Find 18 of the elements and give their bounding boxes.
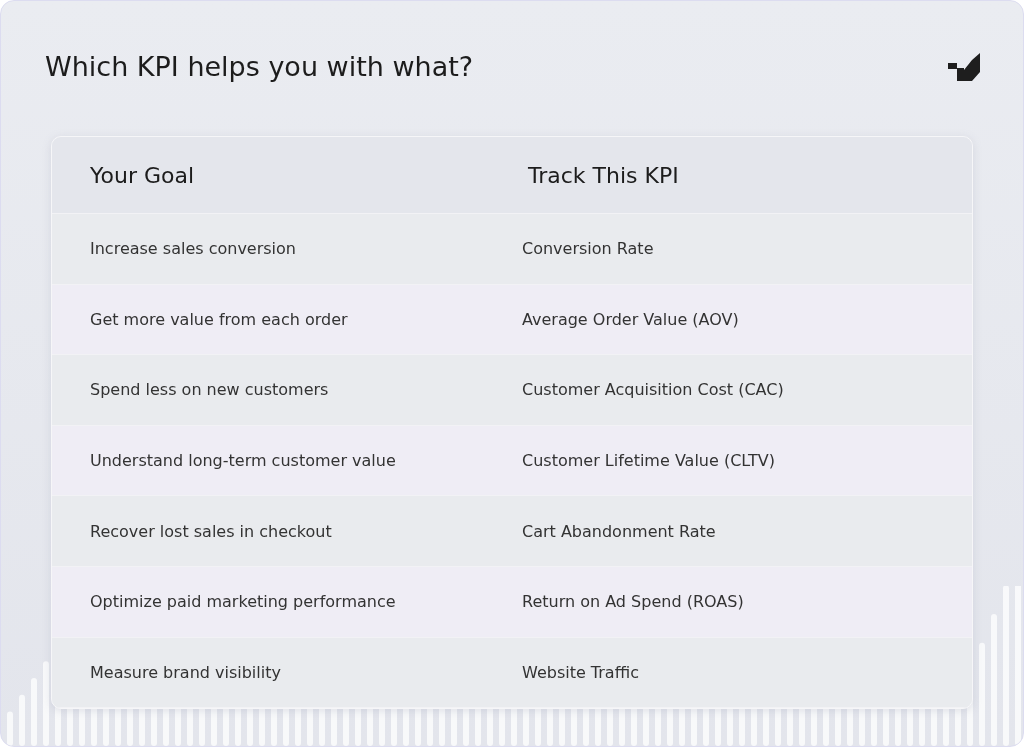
- table-cell-text: Customer Acquisition Cost (CAC): [521, 380, 785, 400]
- table-cell-text: Measure brand visibility: [89, 662, 282, 682]
- column-header: Track This KPI: [527, 162, 680, 188]
- table-cell-text: Understand long-term customer value: [89, 451, 397, 471]
- table-cell-text: Optimize paid marketing performance: [89, 592, 397, 612]
- table-cell-text: Customer Lifetime Value (CLTV): [521, 451, 776, 471]
- table-cell-text: Cart Abandonment Rate: [521, 521, 717, 541]
- table-cell-text: Recover lost sales in checkout: [89, 521, 333, 541]
- table-cell-text: Website Traffic: [521, 662, 640, 682]
- page-title: Which KPI helps you with what?: [45, 51, 474, 82]
- table-cell-text: Average Order Value (AOV): [521, 309, 740, 329]
- table-cell-text: Get more value from each order: [89, 309, 349, 329]
- table-cell-text: Spend less on new customers: [89, 380, 330, 400]
- column-header: Your Goal: [89, 162, 196, 188]
- table-cell-text: Conversion Rate: [521, 239, 655, 259]
- table-cell-text: Increase sales conversion: [89, 239, 297, 259]
- table-cell-text: Return on Ad Spend (ROAS): [521, 592, 745, 612]
- logo-icon: [948, 53, 980, 81]
